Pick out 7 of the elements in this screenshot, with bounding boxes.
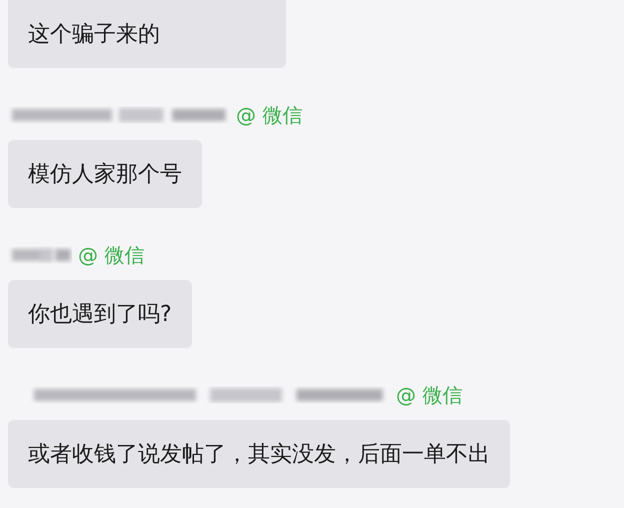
message-bubble: 或者收钱了说发帖了，其实没发，后面一单不出 xyxy=(8,420,510,488)
message-bubble: 模仿人家那个号 xyxy=(8,140,202,208)
sender-source: @ 微信 xyxy=(396,382,462,408)
sender-source: @ 微信 xyxy=(236,102,302,128)
message-bubble: 这个骗子来的 xyxy=(8,0,286,68)
message-bubble: 你也遇到了吗? xyxy=(8,280,192,348)
sender-source: @ 微信 xyxy=(78,242,144,268)
